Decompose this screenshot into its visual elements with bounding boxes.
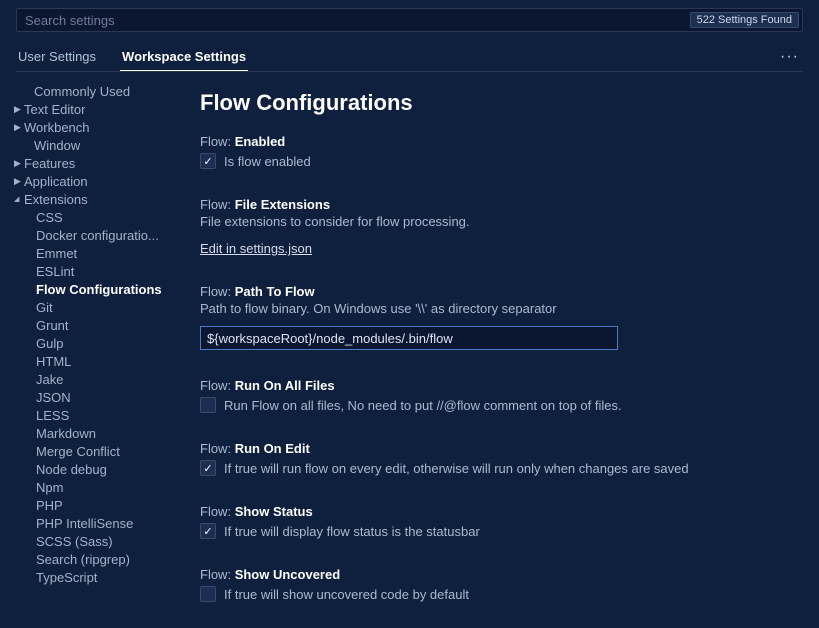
- setting-key: Path To Flow: [235, 284, 315, 299]
- sidebar-item-label: Workbench: [24, 120, 90, 135]
- sidebar-item[interactable]: Gulp: [6, 334, 178, 352]
- setting-label: Is flow enabled: [224, 154, 311, 169]
- setting-prefix: Flow:: [200, 134, 231, 149]
- setting-key: File Extensions: [235, 197, 330, 212]
- sidebar-item[interactable]: Docker configuratio...: [6, 226, 178, 244]
- sidebar-item[interactable]: Npm: [6, 478, 178, 496]
- setting-prefix: Flow:: [200, 567, 231, 582]
- checkbox[interactable]: ✓: [200, 586, 216, 602]
- search-bar: 522 Settings Found: [16, 8, 803, 32]
- sidebar-item-label: Extensions: [24, 192, 88, 207]
- sidebar-item[interactable]: HTML: [6, 352, 178, 370]
- settings-tabs: User Settings Workspace Settings ···: [16, 42, 803, 72]
- checkbox[interactable]: ✓: [200, 460, 216, 476]
- setting-label: Run Flow on all files, No need to put //…: [224, 398, 622, 413]
- section-heading: Flow Configurations: [200, 90, 807, 116]
- setting-flow-enabled: Flow: Enabled ✓ Is flow enabled: [200, 134, 807, 169]
- sidebar-item[interactable]: Search (ripgrep): [6, 550, 178, 568]
- setting-prefix: Flow:: [200, 378, 231, 393]
- chevron-right-icon: ▶: [14, 176, 24, 187]
- chevron-right-icon: ▶: [14, 104, 24, 115]
- sidebar-item-label: Window: [34, 138, 80, 153]
- sidebar-item[interactable]: LESS: [6, 406, 178, 424]
- setting-key: Enabled: [235, 134, 286, 149]
- setting-prefix: Flow:: [200, 284, 231, 299]
- sidebar-item[interactable]: Git: [6, 298, 178, 316]
- checkbox[interactable]: ✓: [200, 397, 216, 413]
- setting-prefix: Flow:: [200, 441, 231, 456]
- setting-file-extensions: Flow: File Extensions File extensions to…: [200, 197, 807, 256]
- sidebar-item-label: Commonly Used: [34, 84, 130, 99]
- sidebar-item[interactable]: Grunt: [6, 316, 178, 334]
- sidebar-item[interactable]: Commonly Used: [6, 82, 178, 100]
- chevron-down-icon: ◢: [14, 195, 24, 203]
- setting-run-on-edit: Flow: Run On Edit ✓ If true will run flo…: [200, 441, 807, 476]
- checkbox[interactable]: ✓: [200, 153, 216, 169]
- sidebar-item-label: Application: [24, 174, 88, 189]
- sidebar-item[interactable]: CSS: [6, 208, 178, 226]
- sidebar-item[interactable]: Markdown: [6, 424, 178, 442]
- sidebar-item[interactable]: ▶Features: [6, 154, 178, 172]
- chevron-right-icon: ▶: [14, 158, 24, 169]
- sidebar-item[interactable]: TypeScript: [6, 568, 178, 586]
- sidebar-item[interactable]: Jake: [6, 370, 178, 388]
- search-input[interactable]: [17, 13, 690, 28]
- sidebar-item[interactable]: ◢Extensions: [6, 190, 178, 208]
- setting-label: If true will run flow on every edit, oth…: [224, 461, 689, 476]
- setting-path-to-flow: Flow: Path To Flow Path to flow binary. …: [200, 284, 807, 350]
- sidebar-item[interactable]: PHP: [6, 496, 178, 514]
- setting-description: Path to flow binary. On Windows use '\\'…: [200, 301, 807, 316]
- setting-key: Show Status: [235, 504, 313, 519]
- more-actions-icon[interactable]: ···: [776, 48, 803, 66]
- sidebar-item[interactable]: Flow Configurations: [6, 280, 178, 298]
- sidebar-item[interactable]: ESLint: [6, 262, 178, 280]
- setting-key: Show Uncovered: [235, 567, 340, 582]
- settings-content: Flow Configurations Flow: Enabled ✓ Is f…: [200, 72, 819, 620]
- setting-label: If true will show uncovered code by defa…: [224, 587, 469, 602]
- edit-in-settings-json-link[interactable]: Edit in settings.json: [200, 241, 312, 256]
- settings-sidebar: Commonly Used▶Text Editor▶WorkbenchWindo…: [0, 72, 178, 620]
- tab-user-settings[interactable]: User Settings: [16, 43, 98, 70]
- sidebar-item-label: Features: [24, 156, 75, 171]
- setting-key: Run On Edit: [235, 441, 310, 456]
- setting-description: File extensions to consider for flow pro…: [200, 214, 807, 229]
- sidebar-item[interactable]: PHP IntelliSense: [6, 514, 178, 532]
- sidebar-item[interactable]: ▶Application: [6, 172, 178, 190]
- checkbox[interactable]: ✓: [200, 523, 216, 539]
- setting-label: If true will display flow status is the …: [224, 524, 480, 539]
- sidebar-item[interactable]: ▶Text Editor: [6, 100, 178, 118]
- setting-show-status: Flow: Show Status ✓ If true will display…: [200, 504, 807, 539]
- sidebar-item[interactable]: ▶Workbench: [6, 118, 178, 136]
- setting-show-uncovered: Flow: Show Uncovered ✓ If true will show…: [200, 567, 807, 602]
- setting-prefix: Flow:: [200, 504, 231, 519]
- setting-run-on-all-files: Flow: Run On All Files ✓ Run Flow on all…: [200, 378, 807, 413]
- setting-key: Run On All Files: [235, 378, 335, 393]
- tab-workspace-settings[interactable]: Workspace Settings: [120, 43, 248, 71]
- sidebar-item[interactable]: Emmet: [6, 244, 178, 262]
- sidebar-item[interactable]: SCSS (Sass): [6, 532, 178, 550]
- setting-prefix: Flow:: [200, 197, 231, 212]
- sidebar-item-label: Text Editor: [24, 102, 85, 117]
- chevron-right-icon: ▶: [14, 122, 24, 133]
- settings-count-badge: 522 Settings Found: [690, 12, 799, 28]
- sidebar-item[interactable]: JSON: [6, 388, 178, 406]
- sidebar-item[interactable]: Node debug: [6, 460, 178, 478]
- path-to-flow-input[interactable]: [200, 326, 618, 350]
- sidebar-item[interactable]: Window: [6, 136, 178, 154]
- sidebar-item[interactable]: Merge Conflict: [6, 442, 178, 460]
